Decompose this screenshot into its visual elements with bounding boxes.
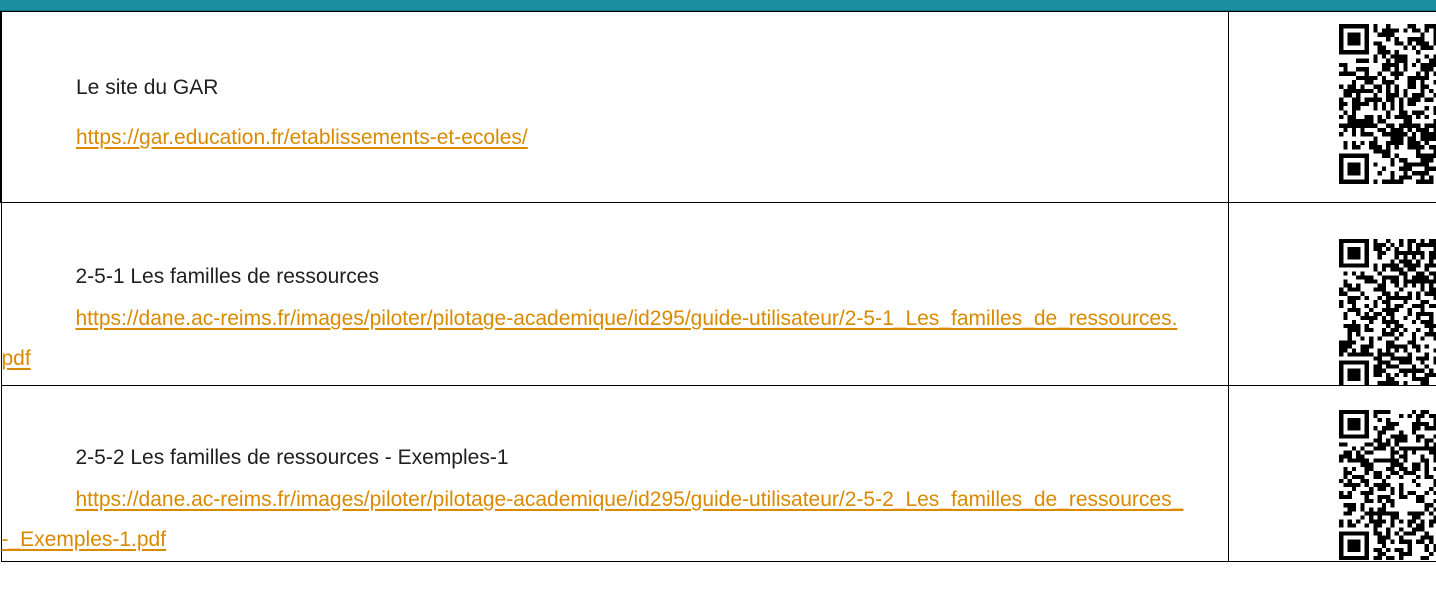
entry-text-cell: Le site du GAR https://gar.education.fr/… [0,11,1229,203]
table-row: 2-5-2 Les familles de ressources - Exemp… [0,385,1436,562]
qr-code-icon [1339,24,1436,184]
entry-text-cell: 2-5-2 Les familles de ressources - Exemp… [0,385,1229,562]
qr-cell [1228,11,1436,203]
resource-links-table: Le site du GAR https://gar.education.fr/… [0,11,1436,562]
entry-title: 2-5-1 Les familles de ressources [75,265,379,288]
entry-link[interactable]: https://gar.education.fr/etablissements-… [2,118,1228,158]
table-row: Le site du GAR https://gar.education.fr/… [0,11,1436,203]
table-row: 2-5-1 Les familles de ressources https:/… [0,202,1436,386]
entry-text-cell: 2-5-1 Les familles de ressources https:/… [0,202,1229,386]
qr-cell [1228,202,1436,386]
qr-cell [1228,385,1436,562]
document-page: 1 Le site du GAR https://gar.education.f… [0,0,1436,610]
qr-code-icon [1339,410,1436,560]
qr-code-icon [1339,239,1436,385]
entry-title: Le site du GAR [76,76,219,99]
entry-link[interactable]: https://dane.ac-reims.fr/images/piloter/… [2,299,1229,379]
entry-title: 2-5-2 Les familles de ressources - Exemp… [75,446,509,469]
section-header-text: 1 [44,0,62,2]
entry-link[interactable]: https://dane.ac-reims.fr/images/piloter/… [2,480,1229,560]
